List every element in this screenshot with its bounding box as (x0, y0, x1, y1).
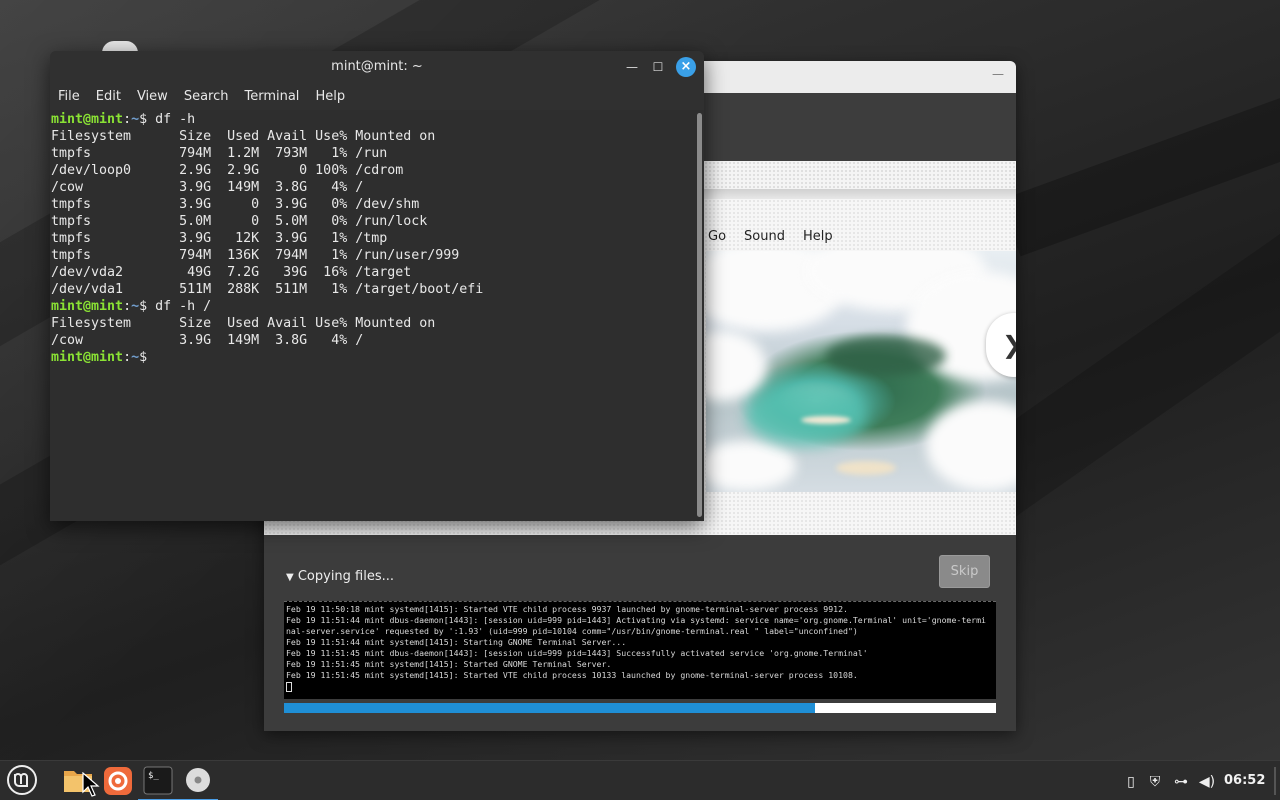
show-desktop-button[interactable] (1274, 767, 1276, 795)
terminal-output-line: /dev/vda1 511M 288K 511M 1% /target/boot… (51, 282, 484, 297)
terminal-output-line: tmpfs 794M 1.2M 793M 1% /run (51, 146, 388, 161)
progress-area: ▼ Copying files... Skip Feb 19 11:50:18 … (264, 535, 1016, 731)
taskbar-installer[interactable] (178, 761, 218, 800)
prompt-path: ~ (131, 112, 140, 127)
maximize-button[interactable]: ☐ (648, 57, 668, 77)
close-icon: × (680, 59, 692, 74)
chevron-right-icon: ❯ (1002, 331, 1016, 359)
minimize-icon[interactable]: — (992, 67, 1004, 81)
minimize-icon: — (626, 60, 638, 74)
terminal-output-line: /dev/vda2 49G 7.2G 39G 16% /target (51, 265, 412, 280)
terminal-menubar: File Edit View Search Terminal Help (50, 83, 704, 110)
log-line: Feb 19 11:51:44 mint systemd[1415]: Star… (286, 637, 627, 647)
log-line: Feb 19 11:50:18 mint systemd[1415]: Star… (286, 604, 848, 614)
terminal-output-line: tmpfs 3.9G 0 3.9G 0% /dev/shm (51, 197, 420, 212)
prompt-user: mint@mint (51, 350, 124, 365)
shield-icon[interactable]: ⛨ (1146, 773, 1164, 791)
maximize-icon: ☐ (652, 60, 664, 74)
terminal-output-line: Filesystem Size Used Avail Use% Mounted … (51, 129, 436, 144)
terminal-window: mint@mint: ~ — ☐ × File Edit View Search… (50, 51, 704, 521)
menu-button[interactable] (2, 761, 42, 800)
clock[interactable]: 06:52 (1224, 773, 1265, 788)
status-label: Copying files... (297, 569, 395, 584)
slide-menu-go: Go (708, 229, 727, 244)
menu-file[interactable]: File (58, 83, 88, 110)
menu-search[interactable]: Search (184, 83, 237, 110)
prompt-command: $ df -h / (139, 299, 212, 314)
prompt-path: ~ (131, 350, 140, 365)
prompt-path: ~ (131, 299, 140, 314)
menu-edit[interactable]: Edit (96, 83, 129, 110)
close-button[interactable]: × (676, 57, 696, 77)
mouse-pointer-icon (82, 772, 100, 797)
log-line: Feb 19 11:51:45 mint systemd[1415]: Star… (286, 659, 612, 669)
terminal-output-line: tmpfs 794M 136K 794M 1% /run/user/999 (51, 248, 460, 263)
log-line: Feb 19 11:51:45 mint systemd[1415]: Star… (286, 670, 858, 680)
slide-menu: Go Sound Help (708, 229, 833, 244)
taskbar: $_ ▯ ⛨ ⊶ ◀) 06:52 (0, 760, 1280, 800)
prompt-command: $ (139, 350, 156, 365)
terminal-output-line: tmpfs 5.0M 0 5.0M 0% /run/lock (51, 214, 428, 229)
terminal-output-line: /cow 3.9G 149M 3.8G 4% / (51, 333, 364, 348)
terminal-scrollbar[interactable] (695, 110, 704, 521)
scrollbar-thumb[interactable] (697, 113, 702, 517)
install-log[interactable]: Feb 19 11:50:18 mint systemd[1415]: Star… (284, 601, 996, 699)
progress-fill (284, 703, 816, 713)
prompt-user: mint@mint (51, 299, 124, 314)
terminal-prompt-line: mint@mint:~$ df -h (51, 112, 196, 127)
slide-photo (706, 251, 1016, 492)
mint-menu-icon (7, 765, 37, 795)
terminal-icon: $_ (143, 766, 173, 795)
menu-terminal[interactable]: Terminal (244, 83, 307, 110)
volume-icon[interactable]: ◀) (1198, 773, 1216, 791)
log-cursor (286, 681, 292, 692)
progress-bar (284, 703, 996, 713)
log-line: Feb 19 11:51:45 mint dbus-daemon[1443]: … (286, 648, 868, 658)
window-title: mint@mint: ~ (331, 59, 423, 74)
taskbar-firefox[interactable] (98, 761, 138, 800)
menu-view[interactable]: View (137, 83, 176, 110)
firefox-icon (104, 767, 132, 795)
clipboard-icon[interactable]: ▯ (1122, 773, 1140, 791)
svg-text:$_: $_ (148, 771, 159, 781)
network-icon[interactable]: ⊶ (1172, 773, 1190, 791)
slide-menu-help: Help (802, 229, 833, 244)
log-line: nal-server.service' requested by ':1.93'… (286, 626, 858, 636)
terminal-prompt-line: mint@mint:~$ df -h / (51, 299, 212, 314)
terminal-output-line: /cow 3.9G 149M 3.8G 4% / (51, 180, 364, 195)
terminal-output[interactable]: mint@mint:~$ df -h Filesystem Size Used A… (50, 110, 695, 521)
skip-button[interactable]: Skip (939, 555, 990, 588)
disc-icon (186, 768, 210, 792)
menu-help[interactable]: Help (315, 83, 353, 110)
terminal-titlebar[interactable]: mint@mint: ~ — ☐ × (50, 51, 704, 83)
terminal-output-line: tmpfs 3.9G 12K 3.9G 1% /tmp (51, 231, 388, 246)
prompt-command: $ df -h (139, 112, 196, 127)
terminal-output-line: /dev/loop0 2.9G 2.9G 0 100% /cdrom (51, 163, 404, 178)
log-line: Feb 19 11:51:44 mint dbus-daemon[1443]: … (286, 615, 986, 625)
slide-menu-sound: Sound (744, 229, 785, 244)
triangle-down-icon: ▼ (286, 572, 294, 583)
status-expander[interactable]: ▼ Copying files... (286, 569, 394, 584)
terminal-output-line: Filesystem Size Used Avail Use% Mounted … (51, 316, 436, 331)
minimize-button[interactable]: — (622, 57, 642, 77)
prompt-user: mint@mint (51, 112, 124, 127)
terminal-prompt-line: mint@mint:~$ (51, 350, 156, 365)
taskbar-terminal[interactable]: $_ (138, 761, 178, 800)
